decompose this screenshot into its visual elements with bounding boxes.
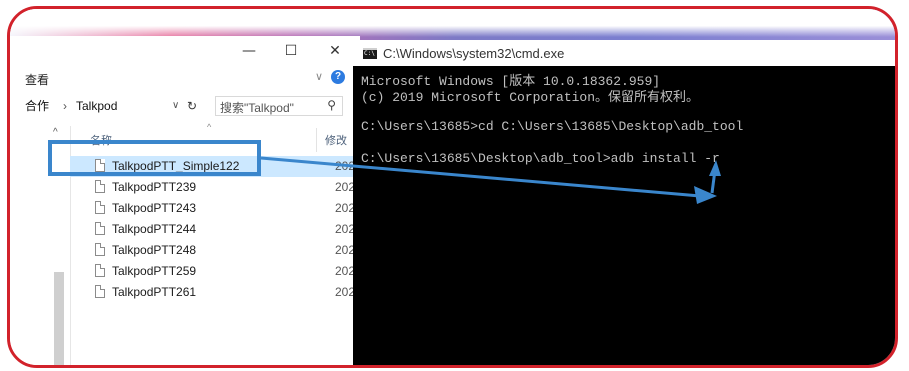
cmd-output-line: (c) 2019 Microsoft Corporation。保留所有权利。 — [361, 90, 700, 105]
file-icon — [95, 180, 105, 193]
file-row[interactable]: TalkpodPTT261 202 — [70, 282, 360, 303]
file-name: TalkpodPTT261 — [112, 285, 197, 299]
cmd-window: C:\Windows\system32\cmd.exe Microsoft Wi… — [353, 40, 895, 365]
file-icon — [95, 285, 105, 298]
stripe-fade — [10, 9, 895, 37]
scrollbar-thumb[interactable] — [54, 272, 64, 365]
cmd-window-title: C:\Windows\system32\cmd.exe — [383, 46, 565, 61]
highlight-box — [48, 140, 261, 176]
file-icon — [95, 222, 105, 235]
search-input[interactable]: 搜索"Talkpod" ⚲ — [215, 96, 343, 116]
file-name: TalkpodPTT239 — [112, 180, 197, 194]
cmd-command-line[interactable]: C:\Users\13685\Desktop\adb_tool>adb inst… — [361, 151, 720, 166]
file-name: TalkpodPTT244 — [112, 222, 197, 236]
cmd-command-line: C:\Users\13685>cd C:\Users\13685\Desktop… — [361, 119, 744, 134]
minimize-button[interactable]: — — [234, 40, 264, 62]
search-icon[interactable]: ⚲ — [327, 98, 336, 112]
file-name: TalkpodPTT243 — [112, 201, 197, 215]
column-header-modified[interactable]: 修改 — [325, 132, 347, 148]
sort-indicator-icon: ^ — [207, 122, 212, 132]
file-row[interactable]: TalkpodPTT259 202 — [70, 261, 360, 282]
file-name: TalkpodPTT259 — [112, 264, 197, 278]
file-icon — [95, 201, 105, 214]
refresh-icon[interactable]: ↻ — [187, 96, 197, 116]
column-divider[interactable] — [316, 128, 317, 152]
ribbon-menu: 查看 ∨ ? — [10, 68, 360, 90]
search-placeholder: 搜索"Talkpod" — [220, 101, 294, 115]
file-row[interactable]: TalkpodPTT244 202 — [70, 219, 360, 240]
address-row: 合作 › Talkpod ∨ ↻ 搜索"Talkpod" ⚲ — [10, 94, 360, 120]
cmd-app-icon — [363, 48, 377, 59]
explorer-titlebar: — ☐ ✕ — [10, 36, 360, 68]
maximize-button[interactable]: ☐ — [276, 40, 306, 62]
breadcrumb-parent[interactable]: 合作 — [25, 96, 49, 116]
breadcrumb-separator-icon[interactable]: › — [63, 96, 67, 116]
file-icon — [95, 243, 105, 256]
address-dropdown-icon[interactable]: ∨ — [172, 96, 179, 116]
scroll-up-icon[interactable]: ^ — [53, 127, 58, 138]
file-explorer-window: — ☐ ✕ 查看 ∨ ? 合作 › Talkpod ∨ ↻ 搜索"Talkpod… — [10, 36, 360, 365]
file-icon — [95, 264, 105, 277]
close-button[interactable]: ✕ — [320, 40, 350, 62]
red-rounded-frame: — ☐ ✕ 查看 ∨ ? 合作 › Talkpod ∨ ↻ 搜索"Talkpod… — [7, 6, 898, 368]
file-name: TalkpodPTT248 — [112, 243, 197, 257]
menu-view[interactable]: 查看 — [25, 71, 49, 88]
address-bar[interactable]: 合作 › Talkpod ∨ ↻ — [10, 96, 210, 116]
file-row[interactable]: TalkpodPTT239 202 — [70, 177, 360, 198]
file-row[interactable]: TalkpodPTT248 202 — [70, 240, 360, 261]
help-icon[interactable]: ? — [331, 70, 345, 84]
expand-ribbon-icon[interactable]: ∨ — [315, 70, 323, 83]
breadcrumb-current[interactable]: Talkpod — [76, 96, 117, 116]
cmd-titlebar: C:\Windows\system32\cmd.exe — [353, 40, 895, 66]
file-row[interactable]: TalkpodPTT243 202 — [70, 198, 360, 219]
